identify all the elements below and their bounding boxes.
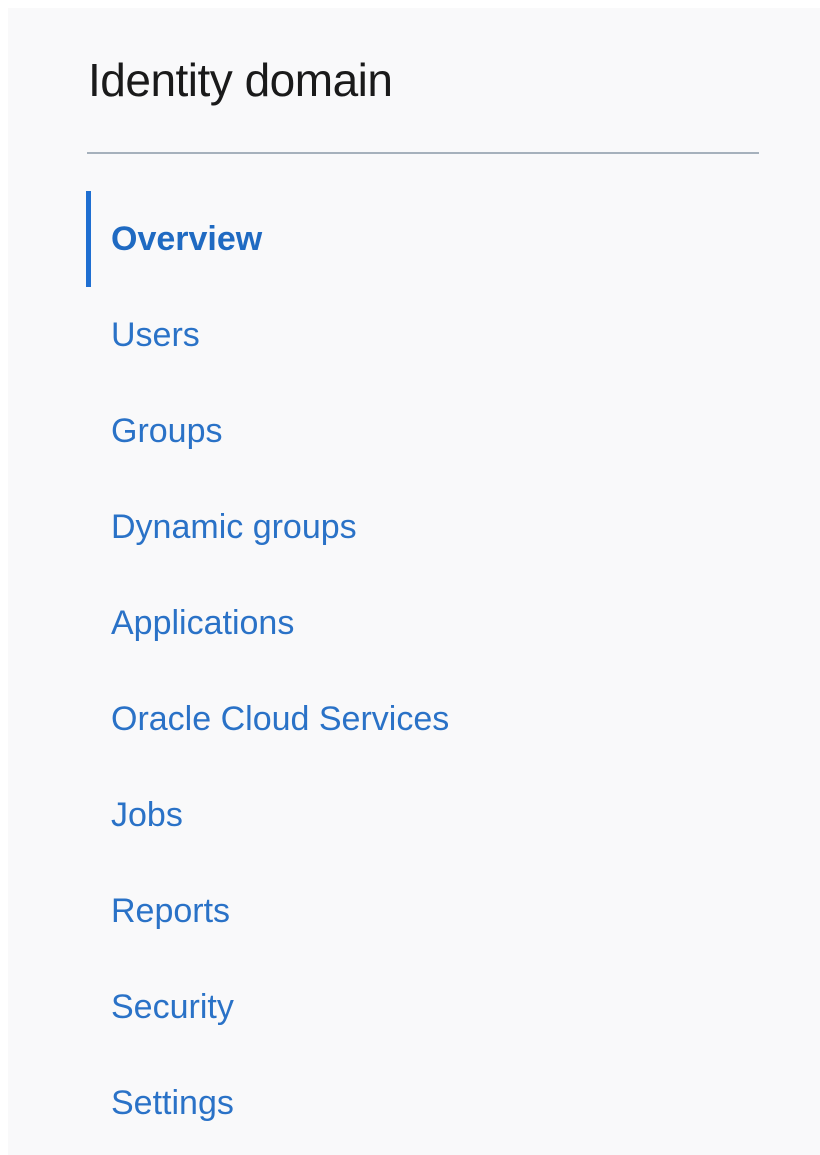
sidebar-item-label: Groups	[111, 412, 223, 450]
sidebar-nav: Overview Users Groups Dynamic groups App…	[86, 191, 746, 1151]
sidebar-item-security[interactable]: Security	[86, 959, 746, 1055]
sidebar-item-label: Dynamic groups	[111, 508, 357, 546]
sidebar-item-oracle-cloud-services[interactable]: Oracle Cloud Services	[86, 671, 746, 767]
sidebar-item-users[interactable]: Users	[86, 287, 746, 383]
sidebar-item-groups[interactable]: Groups	[86, 383, 746, 479]
sidebar-item-jobs[interactable]: Jobs	[86, 767, 746, 863]
sidebar-item-settings[interactable]: Settings	[86, 1055, 746, 1151]
sidebar-item-label: Settings	[111, 1084, 234, 1122]
sidebar-item-label: Reports	[111, 892, 231, 930]
identity-domain-sidebar: Identity domain Overview Users Groups Dy…	[8, 8, 820, 1155]
sidebar-item-label: Users	[111, 316, 200, 354]
sidebar-item-applications[interactable]: Applications	[86, 575, 746, 671]
sidebar-item-label: Applications	[111, 604, 295, 642]
title-divider	[87, 152, 759, 154]
sidebar-title: Identity domain	[88, 54, 393, 106]
sidebar-item-label: Overview	[111, 220, 263, 258]
sidebar-item-label: Jobs	[111, 796, 183, 834]
sidebar-item-overview[interactable]: Overview	[86, 191, 746, 287]
sidebar-item-dynamic-groups[interactable]: Dynamic groups	[86, 479, 746, 575]
sidebar-item-label: Security	[111, 988, 234, 1026]
sidebar-item-label: Oracle Cloud Services	[111, 700, 450, 738]
sidebar-item-reports[interactable]: Reports	[86, 863, 746, 959]
